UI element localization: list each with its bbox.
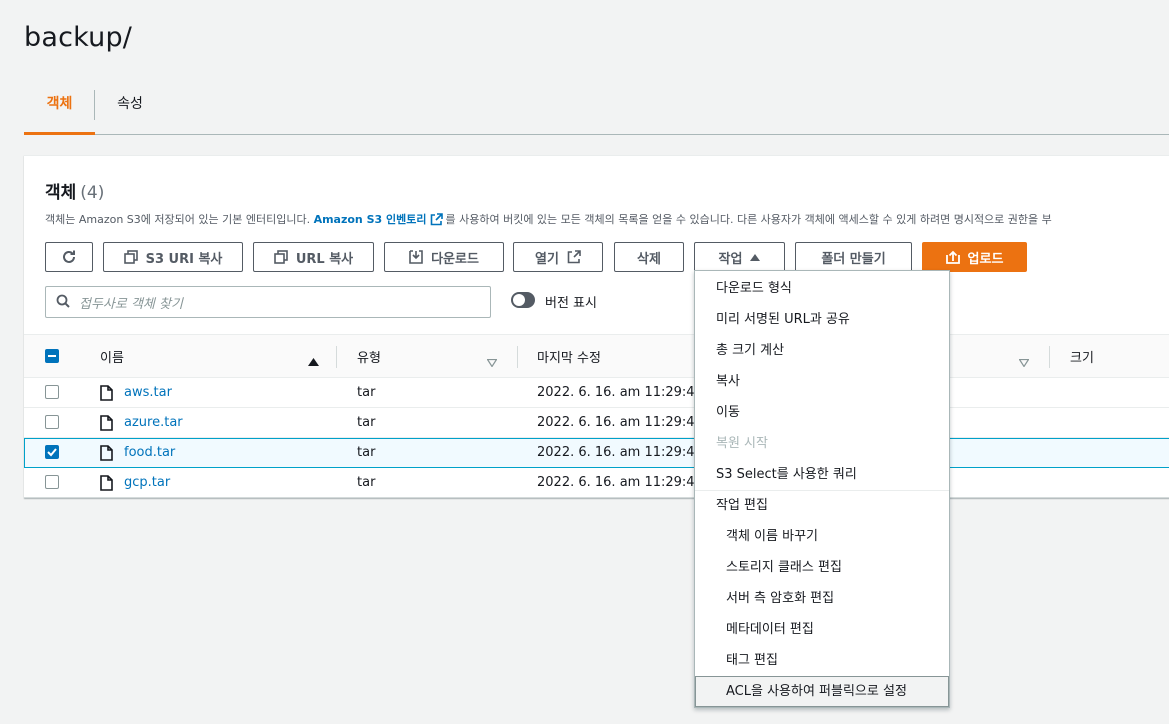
copy-icon <box>274 250 288 264</box>
copy-url-label: URL 복사 <box>295 251 354 267</box>
refresh-button[interactable] <box>45 242 93 272</box>
tab-bar: 객체 속성 <box>24 90 1169 135</box>
upload-button[interactable]: 업로드 <box>922 242 1027 272</box>
refresh-icon <box>61 249 77 265</box>
object-type: tar <box>357 415 376 430</box>
objects-heading-label: 객체 <box>45 183 77 203</box>
file-icon <box>100 445 113 465</box>
objects-count: (4) <box>80 183 105 203</box>
object-type: tar <box>357 475 376 490</box>
menu-item-calculate-total-size[interactable]: 총 크기 계산 <box>695 335 949 366</box>
menu-item-download-as[interactable]: 다운로드 형식 <box>695 273 949 304</box>
page-title: backup/ <box>24 22 133 53</box>
open-label: 열기 <box>535 251 559 267</box>
menu-group-edit-actions: 작업 편집 <box>716 498 768 513</box>
menu-item-make-public-acl[interactable]: ACL을 사용하여 퍼블릭으로 설정 <box>695 676 949 707</box>
create-folder-label: 폴더 만들기 <box>821 251 886 267</box>
version-toggle[interactable] <box>511 292 535 308</box>
copy-url-button[interactable]: URL 복사 <box>253 242 374 272</box>
file-icon <box>100 475 113 495</box>
menu-item-edit-storage-class[interactable]: 스토리지 클래스 편집 <box>695 552 949 583</box>
actions-label: 작업 <box>718 251 743 267</box>
column-divider <box>1049 346 1050 368</box>
column-header-modified[interactable]: 마지막 수정 <box>537 347 601 366</box>
download-icon <box>409 250 423 264</box>
menu-item-edit-metadata[interactable]: 메타데이터 편집 <box>695 614 949 645</box>
search-placeholder: 접두사로 객체 찾기 <box>79 296 183 312</box>
file-icon <box>100 415 113 435</box>
table-row-selected[interactable]: food.tar tar 2022. 6. 16. am 11:29:41 <box>24 438 1169 468</box>
copy-s3-uri-label: S3 URI 복사 <box>145 251 223 267</box>
description-text: 객체는 Amazon S3에 저장되어 있는 기본 엔터티입니다. <box>45 213 311 226</box>
sort-icon <box>486 352 498 371</box>
delete-button[interactable]: 삭제 <box>614 242 684 272</box>
column-header-name[interactable]: 이름 <box>100 347 124 366</box>
object-name-link[interactable]: food.tar <box>124 445 175 460</box>
search-icon <box>56 293 70 312</box>
object-type: tar <box>357 445 376 460</box>
tab-properties[interactable]: 속성 <box>114 90 146 134</box>
delete-label: 삭제 <box>637 251 661 267</box>
menu-item-edit-tags[interactable]: 태그 편집 <box>695 645 949 676</box>
row-checkbox[interactable] <box>45 475 59 489</box>
object-name-link[interactable]: gcp.tar <box>124 475 170 490</box>
table-row[interactable]: aws.tar tar 2022. 6. 16. am 11:29:41 <box>24 378 1169 408</box>
row-checkbox[interactable] <box>45 385 59 399</box>
inventory-link[interactable]: Amazon S3 인벤토리 <box>314 213 427 226</box>
search-input[interactable]: 접두사로 객체 찾기 <box>45 286 491 318</box>
download-label: 다운로드 <box>431 251 479 267</box>
objects-heading: 객체 (4) <box>45 178 104 203</box>
objects-description: 객체는 Amazon S3에 저장되어 있는 기본 엔터티입니다. Amazon… <box>45 211 1052 229</box>
caret-up-icon <box>750 253 761 261</box>
copy-s3-uri-button[interactable]: S3 URI 복사 <box>103 242 243 272</box>
actions-dropdown-menu: 다운로드 형식 미리 서명된 URL과 공유 총 크기 계산 복사 이동 복원 … <box>694 270 950 708</box>
object-name-link[interactable]: azure.tar <box>124 415 183 430</box>
menu-item-rename-object[interactable]: 객체 이름 바꾸기 <box>695 521 949 552</box>
tab-objects[interactable]: 객체 <box>24 90 95 135</box>
copy-icon <box>123 250 138 264</box>
object-modified: 2022. 6. 16. am 11:29:41 <box>537 415 703 430</box>
version-toggle-label: 버전 표시 <box>545 296 597 311</box>
column-header-type[interactable]: 유형 <box>357 347 381 366</box>
s3-bucket-page: backup/ 객체 속성 객체 (4) 객체는 Amazon S3에 저장되어 … <box>0 0 1169 724</box>
object-modified: 2022. 6. 16. am 11:29:41 <box>537 475 703 490</box>
objects-panel: 객체 (4) 객체는 Amazon S3에 저장되어 있는 기본 엔터티입니다. … <box>24 155 1169 498</box>
file-icon <box>100 385 113 405</box>
upload-icon <box>945 250 960 264</box>
description-text-continued: 를 사용하여 버킷에 있는 모든 객체의 목록을 얻을 수 있습니다. 다른 사… <box>445 213 1052 226</box>
table-header: 이름 유형 마지막 수정 크기 <box>24 334 1169 378</box>
menu-item-edit-server-side-encryption[interactable]: 서버 측 암호화 편집 <box>695 583 949 614</box>
row-checkbox[interactable] <box>45 415 59 429</box>
menu-item-initiate-restore: 복원 시작 <box>716 436 768 451</box>
menu-item-s3-select-query[interactable]: S3 Select를 사용한 쿼리 <box>695 459 949 490</box>
external-link-icon <box>430 213 444 229</box>
external-link-icon <box>567 250 581 264</box>
sort-ascending-icon <box>308 351 319 370</box>
column-divider <box>517 346 518 368</box>
table-row[interactable]: gcp.tar tar 2022. 6. 16. am 11:29:41 <box>24 468 1169 498</box>
create-folder-button[interactable]: 폴더 만들기 <box>795 242 912 272</box>
object-type: tar <box>357 385 376 400</box>
select-all-checkbox[interactable] <box>45 349 59 363</box>
tab-divider <box>94 90 95 120</box>
object-name-link[interactable]: aws.tar <box>124 385 172 400</box>
download-button[interactable]: 다운로드 <box>384 242 504 272</box>
column-header-size[interactable]: 크기 <box>1070 347 1094 366</box>
table-row[interactable]: azure.tar tar 2022. 6. 16. am 11:29:41 <box>24 408 1169 438</box>
sort-icon <box>1018 352 1030 371</box>
menu-item-copy[interactable]: 복사 <box>695 366 949 397</box>
row-checkbox[interactable] <box>45 445 59 459</box>
actions-dropdown-button[interactable]: 작업 <box>694 242 785 272</box>
upload-label: 업로드 <box>967 251 1004 267</box>
menu-item-move[interactable]: 이동 <box>695 397 949 428</box>
open-button[interactable]: 열기 <box>513 242 603 272</box>
object-modified: 2022. 6. 16. am 11:29:41 <box>537 385 703 400</box>
menu-item-share-presigned-url[interactable]: 미리 서명된 URL과 공유 <box>695 304 949 335</box>
object-modified: 2022. 6. 16. am 11:29:41 <box>537 445 703 460</box>
column-divider <box>336 346 337 368</box>
